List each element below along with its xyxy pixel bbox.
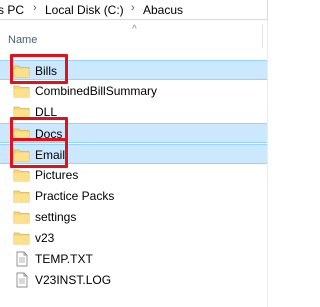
column-name-label[interactable]: Name [8, 34, 37, 46]
file-row[interactable]: Practice Packs [0, 186, 268, 206]
address-bar-edge [267, 0, 268, 20]
file-row[interactable]: V23INST.LOG [0, 270, 268, 290]
text-file-icon [13, 272, 31, 288]
breadcrumb-local-disk[interactable]: Local Disk (C:) [45, 3, 124, 17]
file-row[interactable]: v23 [0, 228, 268, 248]
sort-ascending-icon: ^ [132, 24, 137, 35]
folder-icon [13, 230, 31, 246]
file-name: settings [35, 210, 77, 224]
address-bar[interactable]: s PC › Local Disk (C:) › Abacus [0, 0, 268, 20]
file-name: v23 [35, 231, 55, 245]
scrollbar-edge [267, 20, 268, 307]
column-divider[interactable] [262, 24, 263, 48]
file-name: TEMP.TXT [35, 252, 93, 266]
column-header[interactable]: Name ^ [0, 20, 268, 50]
highlight-annotation [10, 138, 68, 168]
highlight-annotation [10, 54, 68, 84]
text-file-icon [13, 251, 31, 267]
breadcrumb-separator: › [131, 2, 135, 14]
file-row[interactable]: CombinedBillSummary [0, 81, 268, 101]
file-name: Pictures [35, 168, 79, 182]
breadcrumb-separator: › [33, 2, 37, 14]
breadcrumb-abacus[interactable]: Abacus [143, 3, 183, 17]
folder-icon [13, 167, 31, 183]
folder-icon [13, 209, 31, 225]
file-name: V23INST.LOG [35, 273, 112, 287]
file-row[interactable]: Pictures [0, 165, 268, 185]
file-name: CombinedBillSummary [35, 84, 158, 98]
file-row[interactable]: settings [0, 207, 268, 227]
folder-icon [13, 83, 31, 99]
file-row[interactable]: TEMP.TXT [0, 249, 268, 269]
file-name: Practice Packs [35, 189, 115, 203]
breadcrumb-this-pc[interactable]: s PC [0, 3, 24, 17]
folder-icon [13, 188, 31, 204]
